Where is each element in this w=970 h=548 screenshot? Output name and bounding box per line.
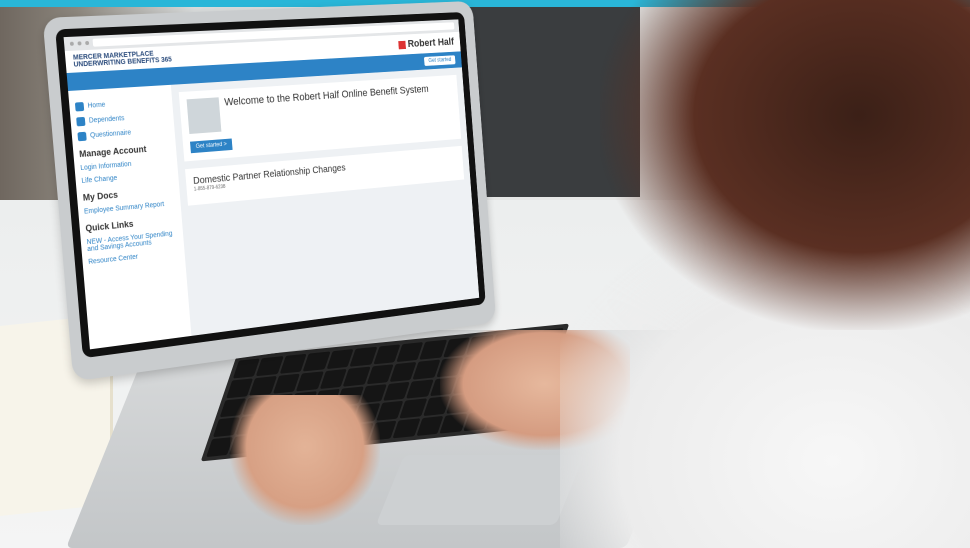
mercer-logo: MERCER MARKETPLACE UNDERWRITING BENEFITS… (73, 50, 172, 69)
robert-half-logo-icon (397, 40, 406, 49)
sidebar-link-spending-accounts[interactable]: NEW - Access Your Spending and Savings A… (86, 230, 178, 254)
section-heading-manage-account: Manage Account (78, 144, 147, 160)
window-control-icon (69, 41, 74, 46)
laptop-screen: MERCER MARKETPLACE UNDERWRITING BENEFITS… (63, 19, 480, 350)
laptop-lid: MERCER MARKETPLACE UNDERWRITING BENEFITS… (42, 0, 497, 382)
sidebar-link-employee-summary-report[interactable]: Employee Summary Report (84, 200, 176, 215)
keyboard-key (406, 379, 434, 399)
screen-bezel: MERCER MARKETPLACE UNDERWRITING BENEFITS… (55, 11, 486, 359)
sidebar-link-resource-center[interactable]: Resource Center (88, 249, 179, 266)
sidebar-link-login-information[interactable]: Login Information (80, 158, 172, 172)
sidebar-item-label: Questionnaire (89, 129, 132, 140)
page-body: Home Dependents Questionnaire Manage Acc… (68, 67, 479, 350)
sidebar-link-life-change[interactable]: Life Change (81, 170, 173, 185)
robert-half-logo: Robert Half (397, 36, 455, 51)
sidebar-item-label: Home (87, 101, 106, 110)
section-heading-my-docs: My Docs (82, 189, 119, 203)
person-hair (600, 0, 970, 330)
robert-half-logo-text: Robert Half (407, 36, 455, 50)
sidebar-item-label: Dependents (88, 115, 125, 125)
sidebar: Home Dependents Questionnaire Manage Acc… (68, 84, 192, 350)
main-content: Welcome to the Robert Half Online Benefi… (171, 67, 479, 336)
questionnaire-icon (77, 131, 87, 142)
sidebar-item-dependents[interactable]: Dependents (76, 111, 168, 127)
window-control-icon (85, 40, 90, 46)
sidebar-item-home[interactable]: Home (74, 97, 167, 112)
photo-scene: MERCER MARKETPLACE UNDERWRITING BENEFITS… (0, 0, 970, 548)
laptop-trackpad (375, 455, 585, 525)
home-icon (74, 102, 85, 112)
window-control-icon (77, 41, 82, 46)
sidebar-item-questionnaire[interactable]: Questionnaire (77, 126, 169, 142)
get-started-nav-button[interactable]: Get started (424, 55, 456, 66)
get-started-button[interactable]: Get started > (190, 138, 233, 154)
welcome-thumbnail (186, 97, 222, 135)
people-icon (76, 116, 86, 127)
left-hand (230, 395, 380, 525)
